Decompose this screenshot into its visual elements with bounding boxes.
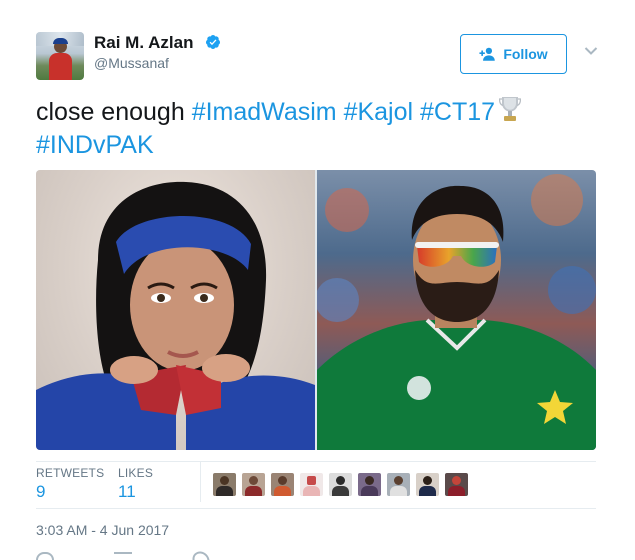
tweet-text-plain: close enough xyxy=(36,98,185,126)
author-handle[interactable]: @Mussanaf xyxy=(94,55,169,71)
liker-avatar[interactable] xyxy=(416,473,439,496)
liker-avatar[interactable] xyxy=(358,473,381,496)
cricketer-sunglasses-photo[interactable] xyxy=(317,170,596,450)
chevron-down-icon[interactable] xyxy=(584,46,598,56)
follow-button[interactable]: Follow xyxy=(460,34,567,74)
hashtag-ct17[interactable]: #CT17 xyxy=(420,98,495,126)
retweets-count[interactable]: 9 xyxy=(36,482,45,502)
liker-avatar[interactable] xyxy=(445,473,468,496)
like-icon[interactable] xyxy=(188,547,214,560)
retweets-label[interactable]: RETWEETS xyxy=(36,466,104,480)
hashtag-imadwasim[interactable]: #ImadWasim xyxy=(192,98,337,126)
hashtag-indvpak[interactable]: #INDvPAK xyxy=(36,131,154,159)
tweet-actions xyxy=(36,547,214,560)
add-user-icon xyxy=(479,47,496,61)
hashtag-kajol[interactable]: #Kajol xyxy=(344,98,414,126)
stats-separator xyxy=(200,462,201,502)
author-name[interactable]: Rai M. Azlan xyxy=(94,33,194,53)
woman-headband-photo[interactable] xyxy=(36,170,315,450)
likes-label[interactable]: LIKES xyxy=(118,466,153,480)
likes-count[interactable]: 11 xyxy=(118,482,136,502)
liker-avatar[interactable] xyxy=(300,473,323,496)
liker-avatar[interactable] xyxy=(387,473,410,496)
liker-avatar[interactable] xyxy=(213,473,236,496)
verified-badge-icon xyxy=(205,35,220,49)
likers-avatars xyxy=(213,473,468,496)
liker-avatar[interactable] xyxy=(329,473,352,496)
divider xyxy=(36,508,596,509)
tweet-text: close enough #ImadWasim #Kajol #CT17 #IN… xyxy=(36,94,596,162)
tweet-card: Rai M. Azlan @Mussanaf Follow close enou… xyxy=(0,0,635,560)
follow-button-label: Follow xyxy=(503,46,548,62)
tweet-media[interactable] xyxy=(36,170,596,450)
author-avatar[interactable] xyxy=(36,32,84,80)
reply-icon[interactable] xyxy=(36,552,54,560)
liker-avatar[interactable] xyxy=(242,473,265,496)
trophy-icon xyxy=(499,97,522,121)
liker-avatar[interactable] xyxy=(271,473,294,496)
retweet-icon[interactable] xyxy=(114,552,132,560)
tweet-timestamp[interactable]: 3:03 AM - 4 Jun 2017 xyxy=(36,522,169,538)
divider xyxy=(36,461,596,462)
